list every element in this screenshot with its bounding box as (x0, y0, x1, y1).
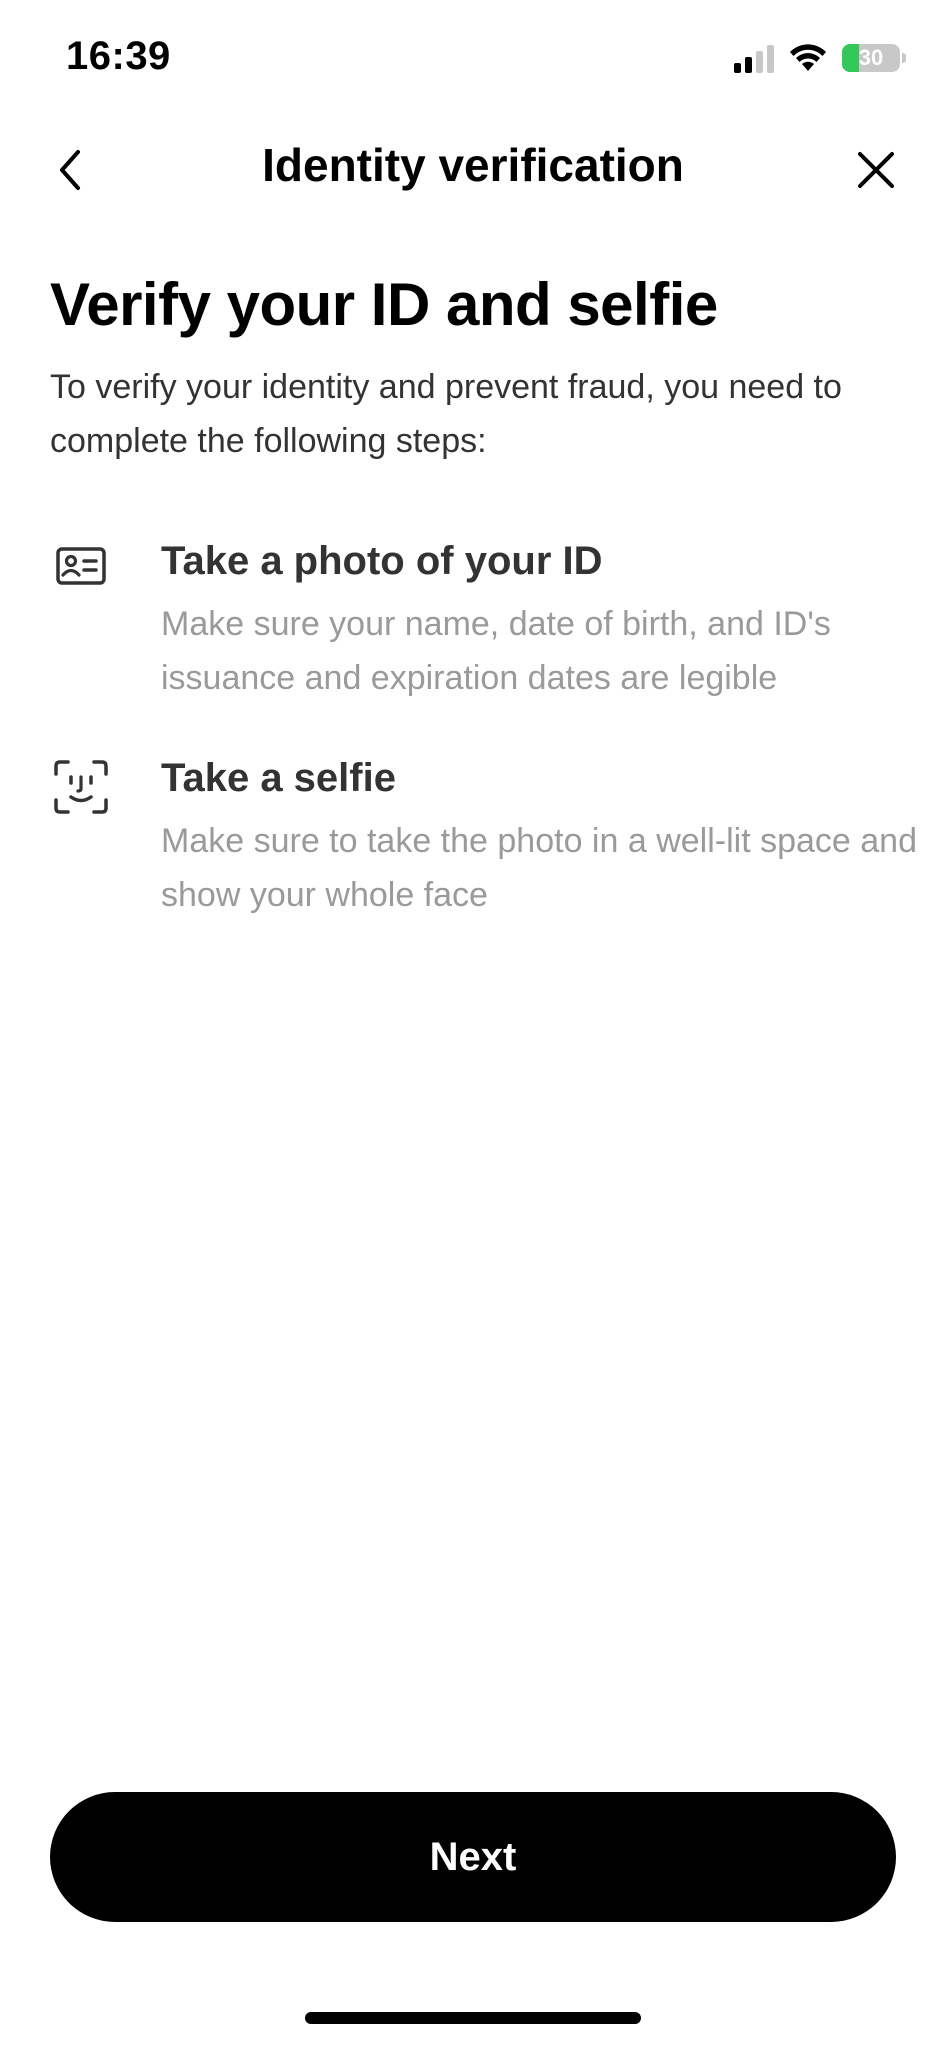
step-title: Take a photo of your ID (161, 539, 603, 583)
nav-bar: Identity verification (0, 120, 946, 216)
step-text: Take a selfie Make sure to take the phot… (161, 752, 921, 922)
next-button[interactable]: Next (50, 1792, 896, 1922)
status-time: 16:39 (66, 34, 171, 78)
home-indicator (305, 2012, 641, 2024)
close-icon (858, 152, 894, 188)
step-description: Make sure to take the photo in a well-li… (161, 822, 917, 914)
subtitle: To verify your identity and prevent frau… (50, 368, 842, 460)
step-text: Take a photo of your ID Make sure your n… (161, 535, 921, 705)
wifi-icon (790, 44, 826, 71)
step-title: Take a selfie (161, 756, 396, 800)
page-title: Identity verification (262, 139, 684, 191)
face-scan-icon (50, 756, 112, 818)
id-card-icon (50, 539, 112, 601)
headline: Verify your ID and selfie (50, 271, 718, 338)
battery-charging-icon: 30 (842, 44, 900, 72)
status-icons: 30 (734, 40, 906, 76)
step-description: Make sure your name, date of birth, and … (161, 605, 831, 697)
close-button[interactable] (846, 140, 906, 200)
status-bar: 16:39 30 (0, 0, 946, 120)
cellular-signal-icon (734, 43, 774, 73)
battery-level-text: 30 (858, 45, 884, 70)
